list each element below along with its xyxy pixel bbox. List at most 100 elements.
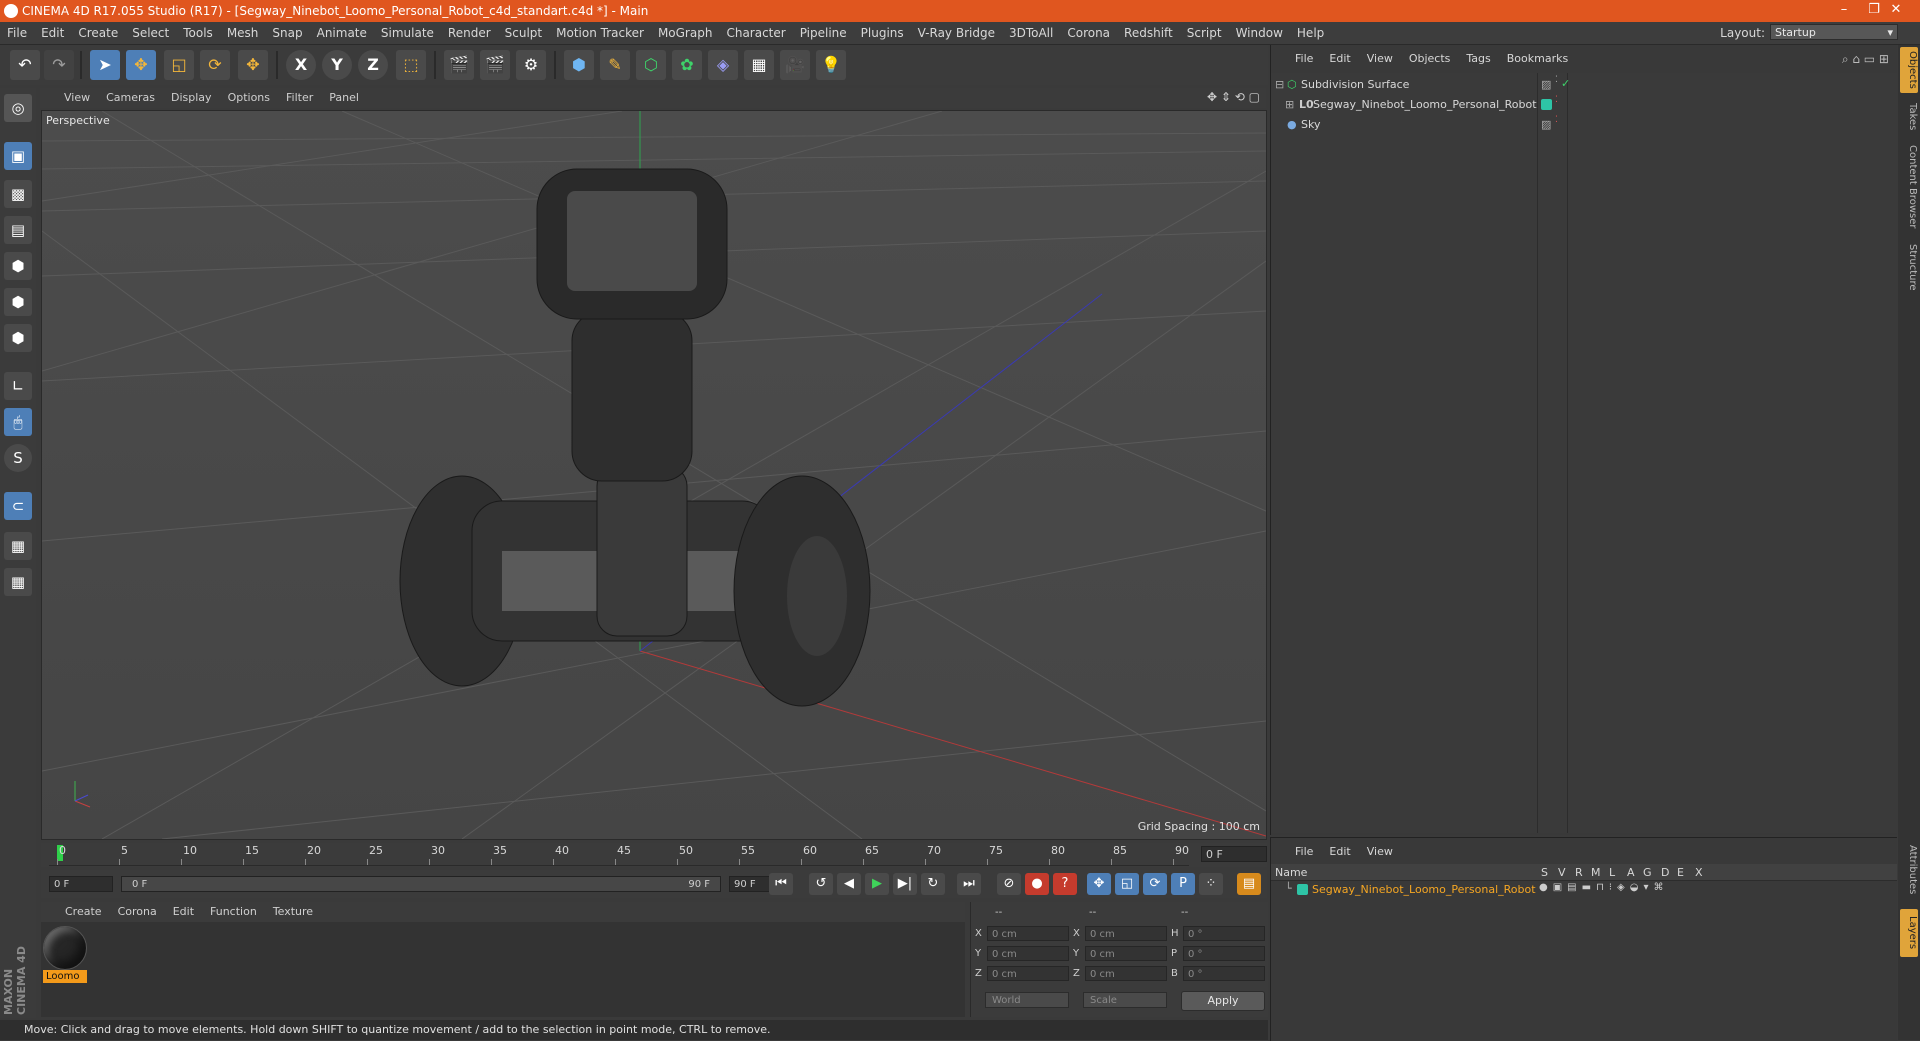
undo-icon[interactable]: ↶	[10, 50, 40, 80]
magnet-icon[interactable]: ⊂	[4, 492, 32, 520]
object-row-segway[interactable]: ⊞ L0 Segway_Ninebot_Loomo_Personal_Robot…	[1271, 95, 1897, 115]
autokey-icon[interactable]: ?	[1053, 873, 1077, 895]
layer-col-s[interactable]: S	[1541, 866, 1548, 879]
snap-icon[interactable]: S	[4, 444, 32, 472]
tab-content-browser[interactable]: Content Browser	[1900, 141, 1918, 233]
visibility-dots-icon[interactable]: ⁚	[1555, 115, 1558, 125]
tab-layers[interactable]: Layers	[1900, 909, 1918, 957]
menu-sculpt[interactable]: Sculpt	[498, 22, 549, 44]
layer-col-d[interactable]: D	[1661, 866, 1669, 879]
material-thumbnail[interactable]	[43, 926, 87, 970]
viewport-menu-cameras[interactable]: Cameras	[98, 88, 163, 104]
menu-mesh[interactable]: Mesh	[220, 22, 266, 44]
viewport-menu-filter[interactable]: Filter	[278, 88, 321, 104]
transform-mode-dropdown[interactable]: Scale	[1083, 992, 1167, 1008]
object-name[interactable]: Subdivision Surface	[1301, 78, 1409, 91]
camera-icon[interactable]: 🎥	[780, 50, 810, 80]
previous-key-icon[interactable]: ↺	[809, 873, 833, 895]
object-name[interactable]: Sky	[1301, 118, 1320, 131]
key-position-icon[interactable]: ✥	[1087, 873, 1111, 895]
current-frame-field[interactable]: 0 F	[1201, 846, 1267, 862]
obj-menu-bookmarks[interactable]: Bookmarks	[1499, 49, 1576, 65]
visibility-dots-icon[interactable]: ⁚	[1555, 95, 1558, 105]
coordinate-system-dropdown[interactable]: World	[985, 992, 1069, 1008]
next-frame-icon[interactable]: ▶|	[893, 873, 917, 895]
layer-color-tag[interactable]	[1541, 99, 1552, 110]
menu-redshift[interactable]: Redshift	[1117, 22, 1180, 44]
layer-menu-file[interactable]: File	[1287, 842, 1321, 858]
menu-animate[interactable]: Animate	[310, 22, 374, 44]
next-key-icon[interactable]: ↻	[921, 873, 945, 895]
points-mode-icon[interactable]: ⬢	[4, 252, 32, 280]
menu-character[interactable]: Character	[719, 22, 792, 44]
layer-icon[interactable]: ▨	[1541, 78, 1551, 91]
viewport-menu-options[interactable]: Options	[220, 88, 278, 104]
position-x-field[interactable]: 0 cm	[987, 926, 1069, 941]
enabled-check-icon[interactable]: ✓	[1561, 77, 1570, 90]
render-view-icon[interactable]: 🎬	[444, 50, 474, 80]
edges-mode-icon[interactable]: ⬢	[4, 288, 32, 316]
rotate-icon[interactable]: ⟳	[200, 50, 230, 80]
obj-menu-edit[interactable]: Edit	[1321, 49, 1358, 65]
menu-render[interactable]: Render	[441, 22, 498, 44]
layer-col-g[interactable]: G	[1643, 866, 1652, 879]
render-picture-viewer-icon[interactable]: 🎬	[480, 50, 510, 80]
obj-menu-tags[interactable]: Tags	[1458, 49, 1498, 65]
menu-plugins[interactable]: Plugins	[854, 22, 911, 44]
viewport-menu-display[interactable]: Display	[163, 88, 220, 104]
layer-row[interactable]: └ Segway_Ninebot_Loomo_Personal_Robot ●▣…	[1271, 881, 1897, 899]
rotation-p-field[interactable]: 0 °	[1183, 946, 1265, 961]
timeline-window-icon[interactable]: ▤	[1237, 873, 1261, 895]
model-mode-icon[interactable]: ▣	[4, 142, 32, 170]
menu-tools[interactable]: Tools	[176, 22, 220, 44]
key-pla-icon[interactable]: ⁘	[1199, 873, 1223, 895]
polygons-mode-icon[interactable]: ⬢	[4, 324, 32, 352]
tab-attributes[interactable]: Attributes	[1900, 835, 1918, 905]
layout-dropdown[interactable]: Startup ▾	[1770, 24, 1898, 40]
keyframe-selection-icon[interactable]: ⊘	[997, 873, 1021, 895]
material-menu-function[interactable]: Function	[202, 902, 265, 918]
apply-button[interactable]: Apply	[1181, 991, 1265, 1011]
light-icon[interactable]: 💡	[816, 50, 846, 80]
rotation-h-field[interactable]: 0 °	[1183, 926, 1265, 941]
world-coordinates-icon[interactable]: ⬚	[396, 50, 426, 80]
menu-window[interactable]: Window	[1229, 22, 1290, 44]
move-icon[interactable]: ✥	[126, 50, 156, 80]
viewport-menu-view[interactable]: View	[56, 88, 98, 104]
layer-col-x[interactable]: X	[1695, 866, 1703, 879]
layer-toggle-icons[interactable]: ●▣▤▬⊓⁝◈◒▾⌘	[1539, 882, 1669, 893]
layer-col-r[interactable]: R	[1575, 866, 1583, 879]
edit-render-settings-icon[interactable]: ⚙	[516, 50, 546, 80]
layer-menu-edit[interactable]: Edit	[1321, 842, 1358, 858]
redo-icon[interactable]: ↷	[44, 50, 74, 80]
menu-select[interactable]: Select	[125, 22, 176, 44]
position-y-field[interactable]: 0 cm	[987, 946, 1069, 961]
layer-col-v[interactable]: V	[1558, 866, 1566, 879]
material-menu-edit[interactable]: Edit	[165, 902, 202, 918]
key-parameter-icon[interactable]: P	[1171, 873, 1195, 895]
layer-icon[interactable]: ▨	[1541, 118, 1551, 131]
visibility-dots-icon[interactable]: ⁚	[1555, 75, 1558, 85]
material-menu-texture[interactable]: Texture	[265, 902, 321, 918]
expand-icon[interactable]: ⊞	[1285, 98, 1294, 111]
menu-pipeline[interactable]: Pipeline	[793, 22, 854, 44]
obj-menu-view[interactable]: View	[1359, 49, 1401, 65]
object-name[interactable]: Segway_Ninebot_Loomo_Personal_Robot	[1313, 98, 1537, 111]
material-menu-corona[interactable]: Corona	[110, 902, 165, 918]
record-icon[interactable]: ●	[1025, 873, 1049, 895]
layer-col-a[interactable]: A	[1627, 866, 1635, 879]
tab-objects[interactable]: Objects	[1900, 47, 1918, 93]
z-axis-icon[interactable]: Z	[358, 50, 388, 80]
make-editable-icon[interactable]: ◎	[4, 94, 32, 122]
previous-frame-icon[interactable]: ◀	[837, 873, 861, 895]
layer-menu-view[interactable]: View	[1359, 842, 1401, 858]
viewport-menu-panel[interactable]: Panel	[321, 88, 367, 104]
material-menu-create[interactable]: Create	[57, 902, 110, 918]
play-icon[interactable]: ▶	[865, 873, 889, 895]
layer-name[interactable]: Segway_Ninebot_Loomo_Personal_Robot	[1312, 883, 1536, 896]
layer-col-l[interactable]: L	[1609, 866, 1615, 879]
object-row-subdivision-surface[interactable]: ⊟ ⬡ Subdivision Surface ▨ ⁚ ✓	[1271, 75, 1897, 95]
menu-create[interactable]: Create	[71, 22, 125, 44]
close-button[interactable]: ✕	[1874, 2, 1918, 20]
tab-takes[interactable]: Takes	[1900, 97, 1918, 137]
